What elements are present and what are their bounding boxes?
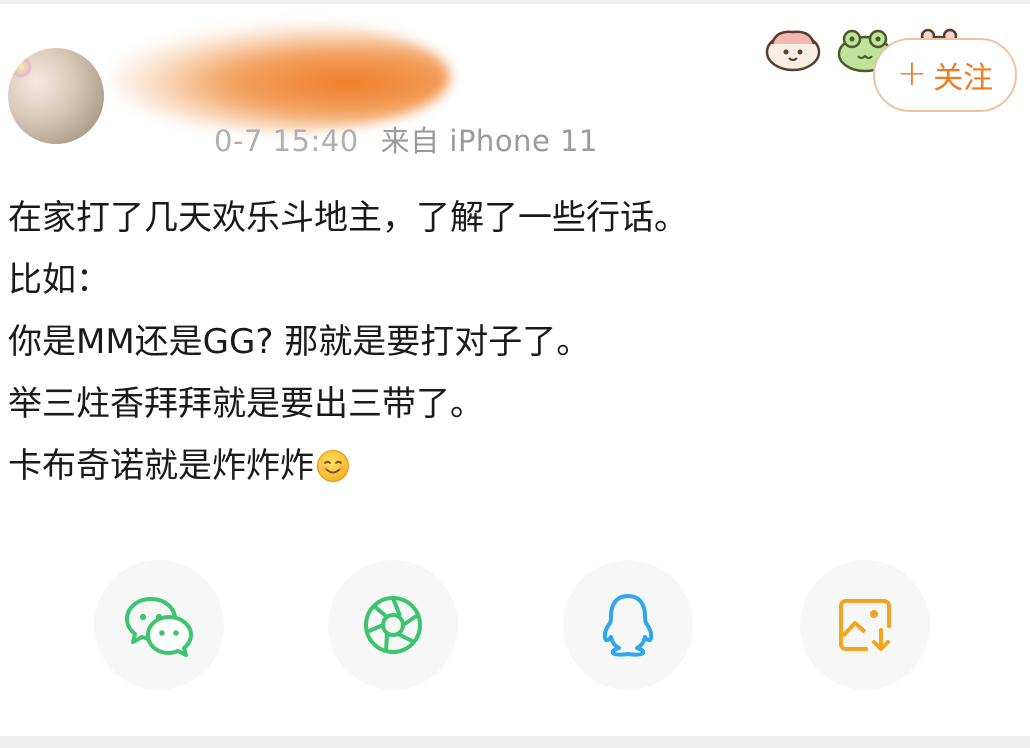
content-line: 比如： <box>8 260 110 300</box>
bread-sticker-icon <box>765 30 821 72</box>
post-time: 0-7 15:40 <box>214 124 359 158</box>
save-image-button[interactable] <box>800 560 930 690</box>
share-qq-button[interactable] <box>563 560 693 690</box>
content-line: 举三炷香拜拜就是要出三带了。 <box>8 384 484 424</box>
top-divider <box>0 0 1030 4</box>
qq-penguin-icon <box>602 594 654 657</box>
share-moments-button[interactable] <box>328 560 458 690</box>
share-row <box>0 560 1030 690</box>
post-meta: 0-7 15:40 来自 iPhone 11 <box>214 118 598 160</box>
post-source: 来自 iPhone 11 <box>380 124 598 158</box>
follow-button[interactable]: + 关注 <box>873 38 1017 112</box>
avatar-flower-decoration <box>10 56 32 78</box>
share-wechat-button[interactable] <box>94 560 224 690</box>
save-image-icon <box>839 599 891 651</box>
avatar[interactable] <box>8 48 104 144</box>
content-line-last: 卡布奇诺就是炸炸炸 <box>8 435 688 497</box>
content-line: 在家打了几天欢乐斗地主，了解了一些行话。 <box>8 198 688 238</box>
content-line: 你是MM还是GG? 那就是要打对子了。 <box>8 322 591 362</box>
smiling-face-icon <box>317 450 349 482</box>
bottom-divider <box>0 736 1030 748</box>
post-content: 在家打了几天欢乐斗地主，了解了一些行话。 比如： 你是MM还是GG? 那就是要打… <box>8 187 688 497</box>
moments-shutter-icon <box>364 596 422 654</box>
plus-icon: + <box>896 53 928 94</box>
username-redacted <box>110 22 450 132</box>
wechat-icon <box>125 597 193 657</box>
follow-label: 关注 <box>933 61 994 96</box>
content-line-text: 卡布奇诺就是炸炸炸 <box>8 446 314 486</box>
weibo-post-screen: 0-7 15:40 来自 iPhone 11 + 关注 在家打了几天欢乐斗地主，… <box>0 0 1030 748</box>
